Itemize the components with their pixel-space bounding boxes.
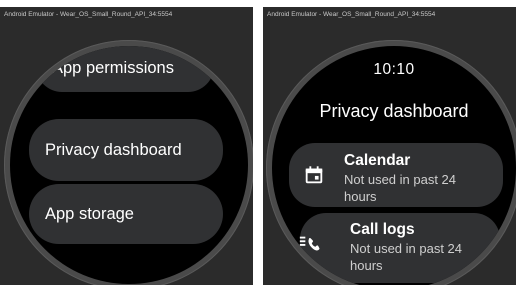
app-storage-item[interactable]: App storage bbox=[29, 184, 223, 244]
app-storage-label: App storage bbox=[45, 204, 134, 223]
privacy-dashboard-item[interactable]: Privacy dashboard bbox=[29, 119, 223, 181]
emulator-window-right: Android Emulator - Wear_OS_Small_Round_A… bbox=[263, 7, 516, 285]
calendar-card[interactable]: Calendar Not used in past 24 hours bbox=[289, 143, 503, 207]
call-logs-card[interactable]: Call logs Not used in past 24 hours bbox=[299, 213, 500, 283]
calendar-icon bbox=[305, 166, 323, 184]
app-permissions-label: App permissions bbox=[52, 59, 174, 77]
page-title: Privacy dashboard bbox=[319, 101, 469, 121]
privacy-dashboard-label: Privacy dashboard bbox=[45, 140, 182, 159]
calendar-title: Calendar bbox=[344, 152, 411, 169]
call-logs-subtitle: Not used in past 24 hours bbox=[350, 241, 463, 273]
call-log-icon bbox=[299, 236, 320, 251]
calendar-subtitle: Not used in past 24 hours bbox=[344, 172, 457, 204]
clock-time: 10:10 bbox=[373, 61, 415, 78]
call-logs-title: Call logs bbox=[350, 221, 415, 238]
watch-screen: 10:10 Privacy dashboard Calendar Not use… bbox=[272, 46, 516, 285]
watch-screen: App permissions Privacy dashboard App st… bbox=[10, 46, 248, 284]
window-title: Android Emulator - Wear_OS_Small_Round_A… bbox=[0, 7, 253, 23]
emulator-window-left: Android Emulator - Wear_OS_Small_Round_A… bbox=[0, 7, 253, 285]
app-permissions-item[interactable]: App permissions bbox=[36, 46, 214, 92]
window-title: Android Emulator - Wear_OS_Small_Round_A… bbox=[263, 7, 516, 23]
